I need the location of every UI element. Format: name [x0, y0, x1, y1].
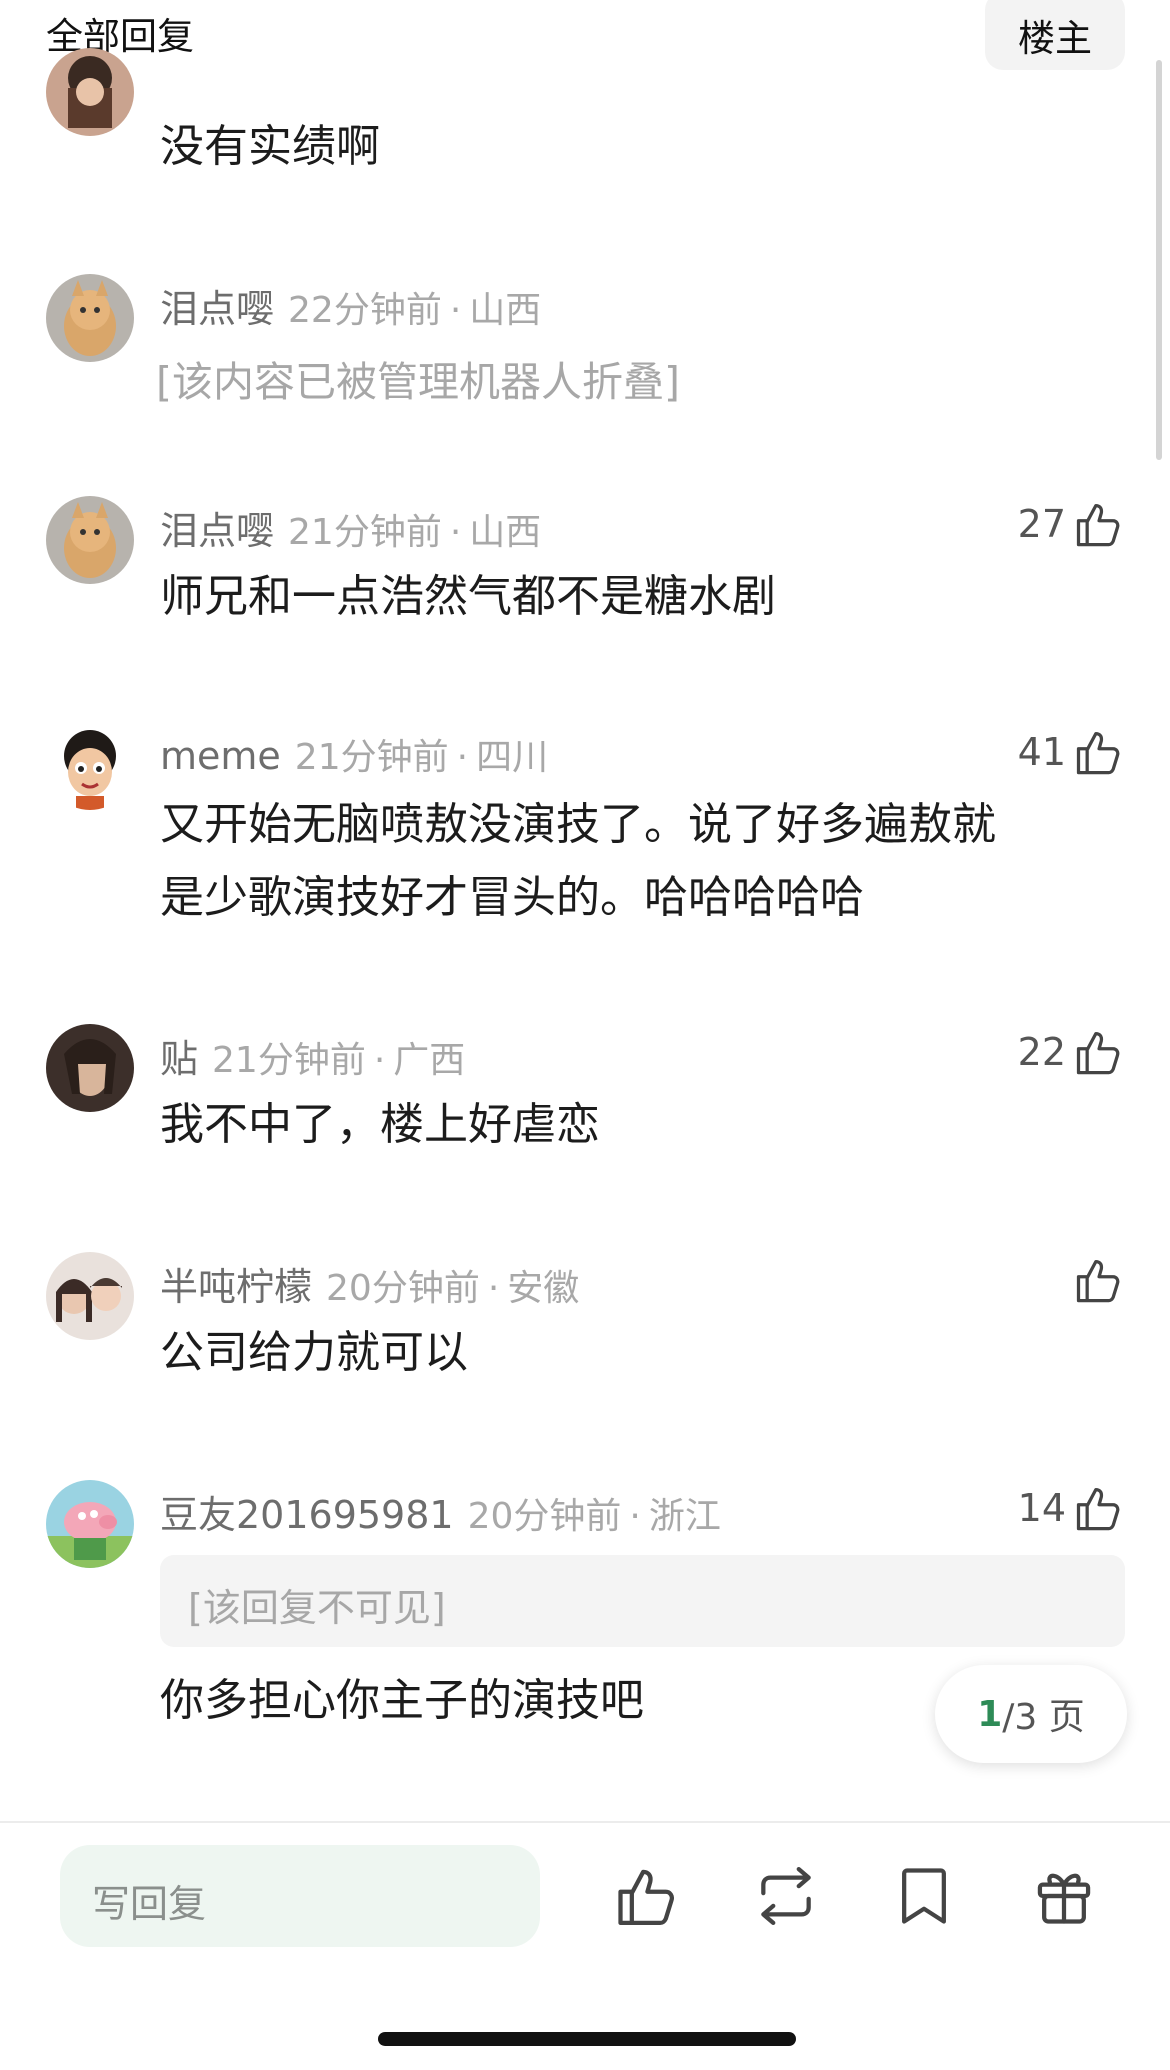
comment-text: 我不中了，楼上好虐恋	[160, 1099, 600, 1150]
comment-meta: 泪点嘤 21分钟前 · 山西	[160, 500, 541, 555]
username[interactable]: meme	[160, 734, 281, 778]
bookmark-icon[interactable]	[890, 1862, 958, 1930]
like-button[interactable]: 14	[1018, 1480, 1124, 1536]
avatar[interactable]	[46, 1252, 134, 1340]
avatar[interactable]	[46, 496, 134, 584]
username[interactable]: 贴	[160, 1037, 198, 1081]
thumbs-up-icon	[1076, 731, 1120, 775]
top-bar: 全部回复 楼主	[0, 0, 1170, 80]
tab-op-only[interactable]: 楼主	[985, 0, 1125, 70]
current-page: 1	[977, 1693, 1003, 1735]
separator-dot: ·	[373, 1040, 386, 1081]
page-total: /3 页	[1002, 1697, 1085, 1738]
username[interactable]: 豆友201695981	[160, 1493, 454, 1537]
comment-text-line: 又开始无脑喷敖没演技了。说了好多遍敖就	[160, 799, 996, 850]
comment-text: 你多担心你主子的演技吧	[160, 1675, 644, 1726]
thumbs-up-icon	[1076, 503, 1120, 547]
avatar[interactable]	[46, 722, 134, 810]
location: 浙江	[648, 1496, 721, 1537]
home-indicator[interactable]	[378, 2032, 796, 2046]
comment-text: 没有实绩啊	[160, 121, 380, 172]
avatar[interactable]	[46, 1480, 134, 1568]
comment-meta: 豆友201695981 20分钟前 · 浙江	[160, 1484, 721, 1539]
like-count: 14	[1017, 1486, 1066, 1530]
bottom-bar-divider	[0, 1821, 1170, 1823]
repost-icon[interactable]	[752, 1862, 820, 1930]
like-button[interactable]: 41	[1018, 724, 1124, 780]
thumbs-up-icon	[1076, 1031, 1120, 1075]
separator-dot: ·	[629, 1496, 641, 1537]
comment-text-line: 是少歌演技好才冒头的。哈哈哈哈哈	[160, 872, 864, 923]
separator-dot: ·	[487, 1268, 500, 1309]
page-indicator[interactable]: 1/3 页	[935, 1665, 1127, 1763]
comment-meta: meme 21分钟前 · 四川	[160, 728, 548, 780]
comment-text: 师兄和一点浩然气都不是糖水剧	[160, 571, 776, 622]
location: 安徽	[507, 1268, 580, 1309]
thumbs-up-icon	[1076, 1487, 1120, 1531]
avatar[interactable]	[46, 48, 134, 136]
like-button[interactable]	[1072, 1252, 1124, 1308]
location: 广西	[393, 1040, 466, 1081]
username[interactable]: 泪点嘤	[160, 287, 274, 331]
timestamp: 20分钟前	[467, 1496, 622, 1537]
thumbs-up-icon	[1076, 1259, 1120, 1303]
scrollbar[interactable]	[1156, 60, 1162, 460]
reply-input[interactable]: 写回复	[60, 1845, 540, 1947]
separator-dot: ·	[449, 512, 462, 553]
timestamp: 22分钟前	[288, 290, 442, 331]
comment-meta: 贴 21分钟前 · 广西	[160, 1028, 465, 1083]
comment-meta: 泪点嘤 22分钟前 · 山西	[160, 278, 541, 333]
location: 山西	[469, 512, 542, 553]
timestamp: 21分钟前	[294, 737, 449, 778]
like-button[interactable]: 22	[1018, 1024, 1124, 1080]
username[interactable]: 泪点嘤	[160, 509, 274, 553]
like-count: 27	[1017, 502, 1066, 546]
comment-meta: 半吨柠檬 20分钟前 · 安徽	[160, 1256, 579, 1311]
like-count: 22	[1017, 1030, 1066, 1074]
like-count: 41	[1017, 730, 1066, 774]
avatar[interactable]	[46, 274, 134, 362]
folded-notice[interactable]: [该内容已被管理机器人折叠]	[156, 348, 680, 408]
page-title: 全部回复	[46, 15, 194, 58]
gift-icon[interactable]	[1030, 1862, 1098, 1930]
avatar[interactable]	[46, 1024, 134, 1112]
separator-dot: ·	[456, 737, 469, 778]
timestamp: 20分钟前	[326, 1268, 480, 1309]
thumbs-up-icon[interactable]	[612, 1862, 680, 1930]
separator-dot: ·	[449, 290, 462, 331]
like-button[interactable]: 27	[1018, 496, 1124, 552]
location: 四川	[476, 737, 549, 778]
timestamp: 21分钟前	[288, 512, 442, 553]
quoted-reply[interactable]: [该回复不可见]	[160, 1555, 1125, 1647]
username[interactable]: 半吨柠檬	[160, 1265, 312, 1309]
reply-placeholder: 写回复	[92, 1882, 207, 1926]
comment-text: 公司给力就可以	[160, 1327, 468, 1378]
timestamp: 21分钟前	[212, 1040, 366, 1081]
quoted-reply-text: [该回复不可见]	[188, 1586, 446, 1630]
location: 山西	[469, 290, 542, 331]
